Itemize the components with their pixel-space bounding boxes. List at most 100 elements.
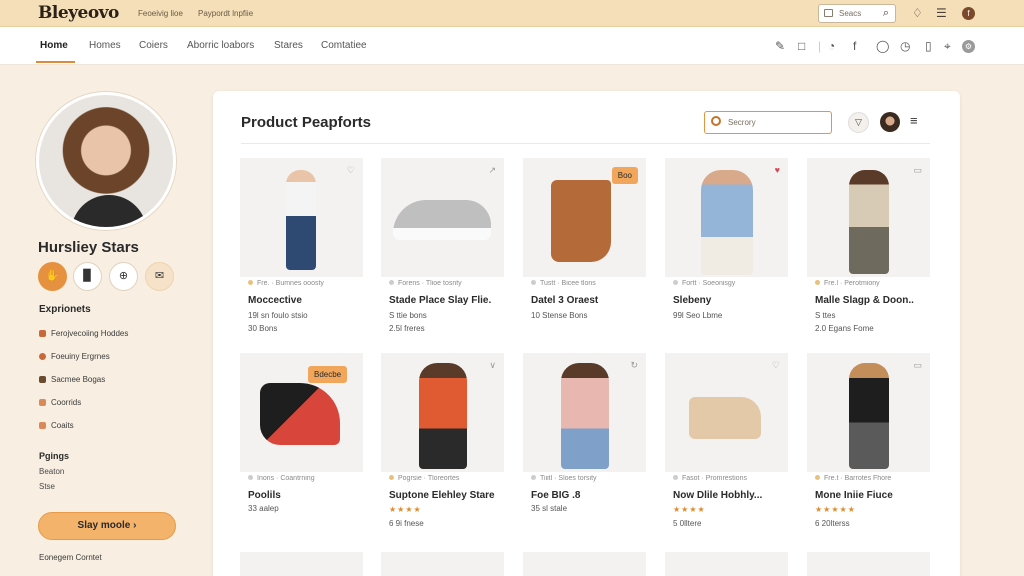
bookmark-icon[interactable]: ↗ bbox=[488, 165, 496, 176]
heart-icon[interactable]: ♥ bbox=[775, 165, 780, 175]
product-name[interactable]: Now Dlile Hobhly... bbox=[673, 490, 762, 501]
sidebar-item-4[interactable]: Coorrids bbox=[39, 398, 81, 407]
menu-icon[interactable]: ≡ bbox=[910, 113, 918, 128]
chevron-icon[interactable]: ∨ bbox=[489, 360, 496, 371]
nav-home[interactable]: Home bbox=[40, 40, 68, 51]
boot-figure bbox=[551, 180, 611, 262]
sidebar-item-label: Coorrids bbox=[51, 398, 82, 407]
product-image[interactable]: ♡ bbox=[665, 353, 788, 472]
top-bar: Bleyeovo Feoeivig lioe Paypordt lnpfiie … bbox=[0, 0, 1024, 27]
location-icon[interactable]: ⌖ bbox=[944, 39, 951, 54]
top-search-placeholder: Seacs bbox=[839, 9, 862, 18]
sidebar-sub-item-1[interactable]: Beaton bbox=[39, 467, 64, 476]
grid-icon[interactable]: ▭ bbox=[913, 165, 922, 176]
product-image[interactable]: ♥ bbox=[665, 158, 788, 277]
sidebar-item-3[interactable]: Sacmee Bogas bbox=[39, 375, 105, 384]
profile-icon[interactable]: f bbox=[962, 7, 975, 20]
nav-homes[interactable]: Homes bbox=[89, 40, 121, 51]
product-image[interactable]: ∨ bbox=[381, 353, 504, 472]
product-name[interactable]: Stade Place Slay Flie. bbox=[389, 295, 491, 306]
product-panel: Product Peapforts Secrory ▽ ≡ ♡ Fre. · B… bbox=[213, 91, 960, 576]
settings-icon[interactable]: ⚙ bbox=[962, 40, 975, 53]
grid-icon[interactable]: ▭ bbox=[913, 360, 922, 371]
panel-avatar[interactable] bbox=[880, 112, 900, 132]
clock-icon[interactable]: ◷ bbox=[900, 39, 910, 53]
sidebar-item-2[interactable]: Foeuiny Ergrnes bbox=[39, 352, 110, 361]
nav-coiers[interactable]: Coiers bbox=[139, 40, 168, 51]
like-button[interactable]: ✋ bbox=[38, 262, 67, 291]
page-title: Product Peapforts bbox=[241, 114, 372, 131]
product-name[interactable]: Slebeny bbox=[673, 295, 711, 306]
nav-stares[interactable]: Stares bbox=[274, 40, 303, 51]
sandal-figure bbox=[689, 397, 761, 439]
product-name[interactable]: Datel 3 Oraest bbox=[531, 295, 598, 306]
product-image[interactable] bbox=[807, 552, 930, 576]
product-name[interactable]: Moccective bbox=[248, 295, 302, 306]
top-link-2[interactable]: Paypordt lnpfiie bbox=[198, 9, 253, 18]
section-title-experiments: Exprionets bbox=[39, 304, 91, 315]
product-image[interactable]: ▭ bbox=[807, 158, 930, 277]
product-name[interactable]: Mone Iniie Fiuce bbox=[815, 490, 893, 501]
divider-icon: | bbox=[818, 39, 822, 53]
product-name[interactable]: Foe BIG .8 bbox=[531, 490, 580, 501]
product-name[interactable]: Malle Slagp & Doon.. bbox=[815, 295, 914, 306]
sidebar-item-5[interactable]: Coaits bbox=[39, 421, 74, 430]
top-search-input[interactable]: Seacs ⌕ bbox=[818, 4, 896, 23]
search-icon[interactable]: ⌕ bbox=[883, 7, 889, 20]
product-image[interactable] bbox=[240, 552, 363, 576]
model-figure bbox=[849, 170, 889, 274]
sidebar-sub-item-2[interactable]: Stse bbox=[39, 482, 55, 491]
cta-button[interactable]: Slay moole › bbox=[38, 512, 176, 540]
heart-icon[interactable]: ♡ bbox=[347, 165, 355, 176]
filter-button[interactable]: ▽ bbox=[848, 112, 869, 133]
product-rating: ★★★★ bbox=[389, 505, 422, 514]
shield-icon: ▽ bbox=[855, 117, 862, 127]
heel-figure bbox=[260, 383, 340, 445]
product-image[interactable]: Boo bbox=[523, 158, 646, 277]
user-name: Hursliey Stars bbox=[38, 239, 139, 256]
chevron-right-icon: › bbox=[133, 520, 137, 531]
product-image[interactable]: ↗ bbox=[381, 158, 504, 277]
hand-icon: ✋ bbox=[45, 270, 60, 282]
model-figure bbox=[701, 170, 753, 275]
nav-aborric[interactable]: Aborric loabors bbox=[187, 40, 254, 51]
folder-icon[interactable]: □ bbox=[798, 39, 805, 53]
trophy-icon[interactable]: ♢ bbox=[912, 6, 923, 20]
product-name[interactable]: Suptone Elehley Stare bbox=[389, 490, 495, 501]
product-image[interactable]: Bdecbe bbox=[240, 353, 363, 472]
app-logo[interactable]: Bleyeovo bbox=[38, 3, 119, 23]
bookmark-icon[interactable]: ▯ bbox=[925, 39, 932, 53]
product-image[interactable] bbox=[523, 552, 646, 576]
message-button[interactable]: ✉ bbox=[145, 262, 174, 291]
product-search-input[interactable]: Secrory bbox=[704, 111, 832, 134]
shield-icon[interactable]: ◯ bbox=[876, 39, 889, 53]
history-icon[interactable]: ◔ bbox=[828, 39, 835, 53]
product-image[interactable] bbox=[381, 552, 504, 576]
model-figure bbox=[419, 363, 467, 469]
product-image[interactable]: ▭ bbox=[807, 353, 930, 472]
product-image[interactable] bbox=[665, 552, 788, 576]
model-figure bbox=[849, 363, 889, 469]
user-avatar[interactable] bbox=[36, 92, 176, 230]
refresh-icon[interactable]: ↻ bbox=[630, 360, 638, 371]
product-meta: Fre. · Bumnes ooosty bbox=[248, 280, 363, 287]
product-detail: 99l Seo Lbme bbox=[673, 311, 723, 320]
product-name[interactable]: Poolils bbox=[248, 490, 281, 501]
edit-icon[interactable]: ✎ bbox=[775, 39, 785, 53]
facebook-icon[interactable]: f bbox=[853, 39, 856, 53]
category-icon bbox=[39, 330, 46, 337]
product-detail: 6 9i fnese bbox=[389, 519, 424, 528]
nav-comtatiee[interactable]: Comtatiee bbox=[321, 40, 367, 51]
share-button[interactable]: ⊕ bbox=[109, 262, 138, 291]
bottom-link[interactable]: Eonegem Corntet bbox=[39, 553, 102, 562]
document-icon[interactable]: ☰ bbox=[936, 6, 947, 20]
stats-button[interactable]: ▉ bbox=[73, 262, 102, 291]
sidebar-item-1[interactable]: Ferojvecoiing Hoddes bbox=[39, 329, 128, 338]
top-link-1[interactable]: Feoeivig lioe bbox=[138, 9, 183, 18]
search-icon bbox=[711, 116, 721, 126]
product-image[interactable]: ↻ bbox=[523, 353, 646, 472]
heart-icon[interactable]: ♡ bbox=[772, 360, 780, 371]
coat-icon bbox=[39, 422, 46, 429]
product-meta: Tustt · Bicee tlons bbox=[531, 280, 646, 287]
product-image[interactable]: ♡ bbox=[240, 158, 363, 277]
